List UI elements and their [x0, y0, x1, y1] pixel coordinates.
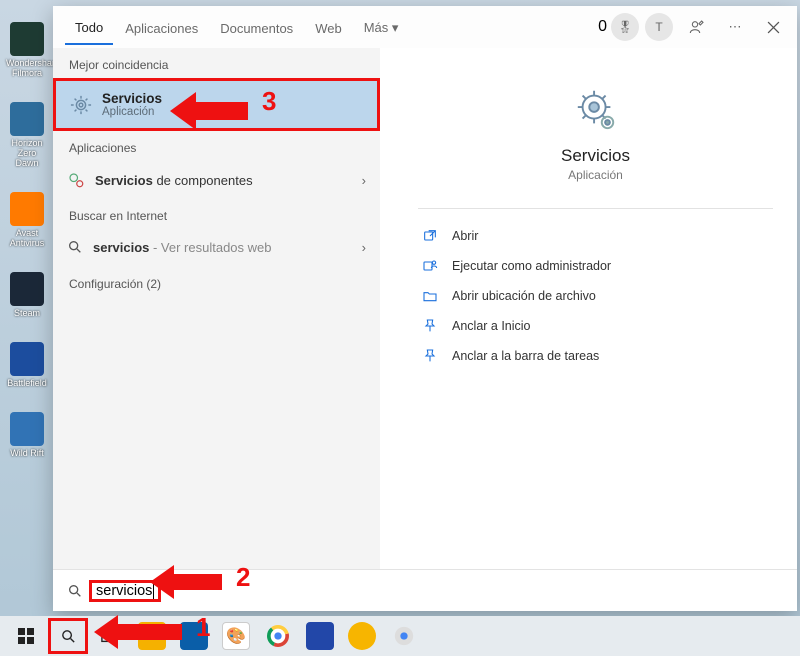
- desktop-icons: Wondershare Filmora Horizon Zero Dawn Av…: [6, 22, 50, 458]
- action-label: Anclar a Inicio: [452, 319, 531, 333]
- start-button[interactable]: [6, 618, 46, 654]
- web-label: Buscar en Internet: [53, 199, 380, 229]
- search-icon: [67, 583, 83, 599]
- folder-icon: [422, 288, 438, 304]
- result-text: servicios - Ver resultados web: [93, 240, 272, 255]
- action-label: Anclar a la barra de tareas: [452, 349, 599, 363]
- tab-web[interactable]: Web: [305, 11, 352, 44]
- pin-icon: [422, 318, 438, 334]
- result-servicios-componentes[interactable]: Servicios de componentes ›: [53, 161, 380, 199]
- rewards-counter[interactable]: 0 🎖: [598, 13, 639, 41]
- desktop-icon[interactable]: Battlefield: [6, 342, 48, 388]
- divider: [418, 208, 773, 209]
- best-match-title: Servicios: [102, 91, 162, 106]
- pin-icon: [422, 348, 438, 364]
- rewards-count: 0: [598, 18, 607, 36]
- annotation-number-3: 3: [262, 86, 276, 117]
- medal-icon: 🎖: [611, 13, 639, 41]
- desktop-icon[interactable]: Wondershare Filmora: [6, 22, 48, 78]
- desktop-icon[interactable]: Horizon Zero Dawn: [6, 102, 48, 168]
- action-label: Abrir: [452, 229, 478, 243]
- search-icon: [60, 628, 77, 645]
- desktop-icon[interactable]: Wild Rift: [6, 412, 48, 458]
- services-gear-large-icon: [573, 86, 619, 132]
- action-run-admin[interactable]: Ejecutar como administrador: [418, 251, 773, 281]
- chrome-canary-icon: [393, 625, 415, 647]
- taskbar-search-button[interactable]: [48, 618, 88, 654]
- tab-documentos[interactable]: Documentos: [210, 11, 303, 44]
- search-tabs: Todo Aplicaciones Documentos Web Más ▾ 0…: [53, 6, 797, 48]
- action-label: Abrir ubicación de archivo: [452, 289, 596, 303]
- result-text: Servicios de componentes: [95, 173, 253, 188]
- action-label: Ejecutar como administrador: [452, 259, 611, 273]
- component-services-icon: [67, 171, 85, 189]
- taskbar-chrome[interactable]: [258, 618, 298, 654]
- search-icon: [67, 239, 83, 255]
- feedback-icon[interactable]: [679, 9, 715, 45]
- desktop-icon[interactable]: Avast Antivirus: [6, 192, 48, 248]
- taskbar-app[interactable]: [300, 618, 340, 654]
- chevron-right-icon: ›: [362, 240, 366, 255]
- tab-aplicaciones[interactable]: Aplicaciones: [115, 11, 208, 44]
- tab-mas[interactable]: Más ▾: [354, 10, 409, 44]
- action-pin-taskbar[interactable]: Anclar a la barra de tareas: [418, 341, 773, 371]
- action-open-location[interactable]: Abrir ubicación de archivo: [418, 281, 773, 311]
- desktop-icon[interactable]: Steam: [6, 272, 48, 318]
- annotation-number-1: 1: [196, 612, 210, 643]
- taskbar-app[interactable]: 🎨: [216, 618, 256, 654]
- chrome-icon: [267, 625, 289, 647]
- action-open[interactable]: Abrir: [418, 221, 773, 251]
- action-pin-start[interactable]: Anclar a Inicio: [418, 311, 773, 341]
- annotation-arrow-2: [150, 560, 234, 604]
- services-gear-icon: [70, 94, 92, 116]
- best-match-subtitle: Aplicación: [102, 106, 162, 118]
- details-subtitle: Aplicación: [418, 168, 773, 182]
- user-avatar[interactable]: T: [641, 9, 677, 45]
- admin-icon: [422, 258, 438, 274]
- chevron-right-icon: ›: [362, 173, 366, 188]
- best-match-label: Mejor coincidencia: [53, 48, 380, 78]
- windows-icon: [18, 628, 34, 644]
- more-icon[interactable]: ⋯: [717, 9, 753, 45]
- result-web-servicios[interactable]: servicios - Ver resultados web ›: [53, 229, 380, 265]
- taskbar-app[interactable]: [342, 618, 382, 654]
- start-search-panel: Todo Aplicaciones Documentos Web Más ▾ 0…: [53, 6, 797, 611]
- annotation-arrow-3: [170, 86, 260, 136]
- close-icon[interactable]: [755, 9, 791, 45]
- config-label[interactable]: Configuración (2): [53, 265, 380, 297]
- annotation-arrow-1: [94, 610, 194, 654]
- annotation-number-2: 2: [236, 562, 250, 593]
- details-column: Servicios Aplicación Abrir Ejecutar como…: [380, 48, 797, 569]
- open-icon: [422, 228, 438, 244]
- details-title: Servicios: [418, 146, 773, 166]
- tab-todo[interactable]: Todo: [65, 10, 113, 45]
- taskbar-app[interactable]: [384, 618, 424, 654]
